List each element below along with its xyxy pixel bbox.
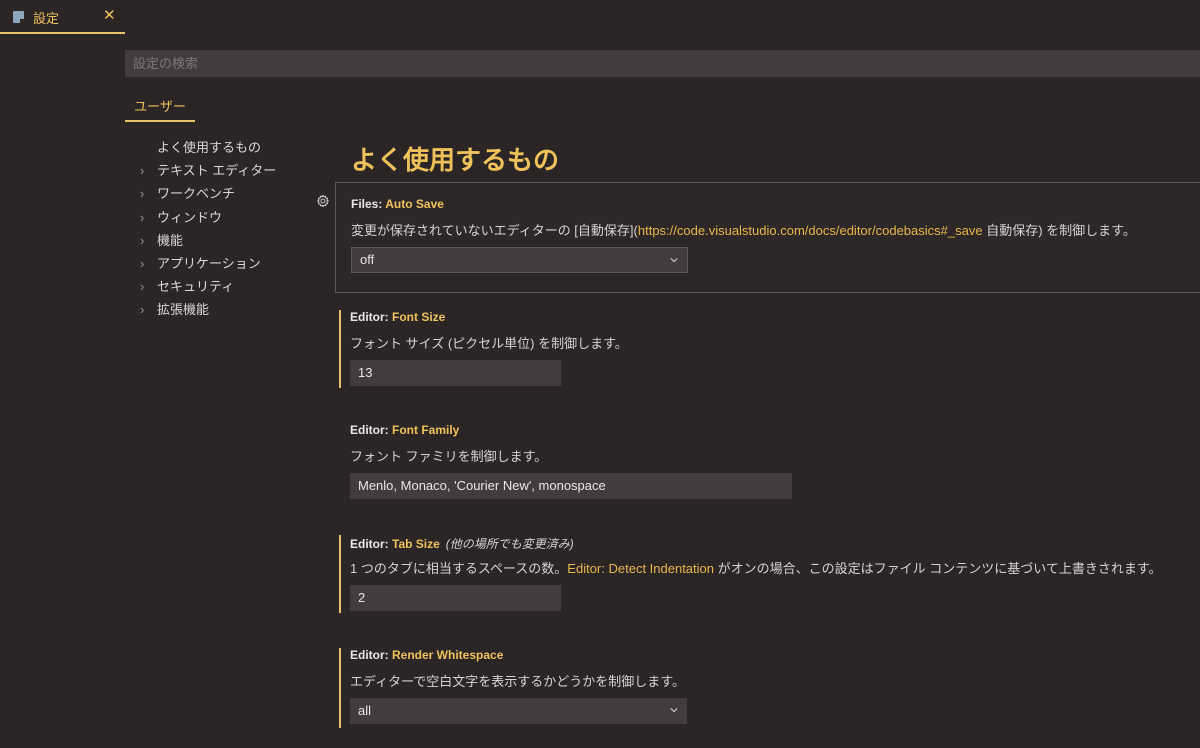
settings-search-input[interactable] [125, 50, 1200, 77]
chevron-right-icon: › [140, 302, 145, 318]
detect-indentation-link[interactable]: Editor: Detect Indentation [567, 561, 714, 576]
tab-settings[interactable]: 設定 ✕ [0, 0, 125, 34]
toc-item-text-editor[interactable]: › テキスト エディター [140, 161, 320, 184]
toc-item-commonly-used[interactable]: よく使用するもの [140, 138, 320, 161]
modified-indicator [339, 648, 341, 728]
tab-label: 設定 [33, 11, 60, 26]
toc-item-label: 拡張機能 [157, 302, 210, 318]
setting-editor-font-family: Editor: Font Family フォント ファミリを制御します。 Men… [335, 415, 1200, 505]
setting-title: Editor: Font Size [350, 310, 445, 324]
chevron-down-icon [670, 708, 678, 713]
toc-item-label: セキュリティ [157, 279, 235, 295]
setting-key: Font Family [392, 423, 460, 437]
tab-user-settings[interactable]: ユーザー [125, 95, 195, 122]
setting-category: Editor: [350, 537, 392, 551]
settings-file-icon [13, 11, 24, 23]
toc-item-label: 機能 [157, 232, 184, 248]
setting-description: エディターで空白文字を表示するかどうかを制御します。 [350, 674, 686, 689]
setting-key: Tab Size [392, 537, 440, 551]
editor-tab-bar: 設定 ✕ [0, 0, 1200, 34]
setting-key: Font Size [392, 310, 446, 324]
docs-link[interactable]: https://code.visualstudio.com/docs/edito… [638, 223, 983, 238]
setting-description: フォント ファミリを制御します。 [350, 449, 548, 464]
toc-item-workbench[interactable]: › ワークベンチ [140, 184, 320, 207]
setting-editor-render-whitespace: Editor: Render Whitespace エディターで空白文字を表示す… [335, 641, 1200, 731]
chevron-down-icon [670, 258, 678, 263]
toc-item-window[interactable]: › ウィンドウ [140, 208, 320, 231]
setting-title: Files: Auto Save [351, 197, 444, 211]
chevron-right-icon: › [140, 209, 145, 225]
toc-item-extensions[interactable]: › 拡張機能 [140, 300, 320, 323]
setting-description: 1 つのタブに相当するスペースの数。Editor: Detect Indenta… [350, 558, 1162, 577]
setting-category: Editor: [350, 423, 392, 437]
modified-elsewhere-note[interactable]: (他の場所でも変更済み) [446, 537, 574, 551]
chevron-right-icon: › [140, 255, 145, 271]
setting-category: Editor: [350, 648, 392, 662]
desc-text: 1 つのタブに相当するスペースの数。 [350, 561, 568, 576]
setting-editor-font-size: Editor: Font Size フォント サイズ (ピクセル単位) を制御し… [335, 302, 1200, 392]
toc-item-label: ウィンドウ [157, 209, 223, 225]
setting-editor-tab-size: Editor: Tab Size (他の場所でも変更済み) 1 つのタブに相当する… [335, 527, 1200, 617]
close-icon[interactable]: ✕ [103, 6, 116, 24]
select-value: all [358, 703, 372, 718]
desc-text: 自動保存) を制御します。 [982, 223, 1136, 238]
toc-item-label: テキスト エディター [157, 163, 277, 179]
select-value: off [360, 252, 375, 267]
setting-title: Editor: Render Whitespace [350, 648, 503, 662]
chevron-right-icon: › [140, 279, 145, 295]
chevron-right-icon: › [140, 163, 145, 179]
toc-item-label: アプリケーション [157, 255, 261, 271]
chevron-right-icon: › [140, 232, 145, 248]
toc-item-label: ワークベンチ [157, 186, 236, 202]
toc-item-label: よく使用するもの [157, 140, 262, 155]
setting-category: Editor: [350, 310, 392, 324]
setting-title: Editor: Tab Size (他の場所でも変更済み) [350, 535, 574, 552]
setting-files-auto-save: Files: Auto Save 変更が保存されていないエディターの [自動保存… [335, 182, 1200, 293]
setting-key: Render Whitespace [392, 648, 504, 662]
tab-size-input[interactable]: 2 [350, 585, 561, 611]
setting-key: Auto Save [385, 197, 444, 211]
modified-indicator [339, 310, 341, 388]
desc-text: 変更が保存されていないエディターの [自動保存]( [351, 223, 638, 238]
section-title: よく使用するもの [351, 145, 560, 175]
toc-item-security[interactable]: › セキュリティ [140, 277, 320, 300]
setting-category: Files: [351, 197, 386, 211]
chevron-right-icon: › [140, 186, 145, 202]
toc-item-features[interactable]: › 機能 [140, 231, 320, 254]
render-whitespace-select[interactable]: all [350, 698, 687, 724]
font-size-input[interactable]: 13 [350, 360, 561, 386]
setting-description: フォント サイズ (ピクセル単位) を制御します。 [350, 336, 628, 351]
setting-description: 変更が保存されていないエディターの [自動保存](https://code.vi… [351, 220, 1136, 239]
desc-text: がオンの場合、この設定はファイル コンテンツに基づいて上書きされます。 [714, 561, 1162, 576]
gear-icon[interactable] [316, 194, 330, 208]
setting-title: Editor: Font Family [350, 423, 459, 437]
toc-item-application[interactable]: › アプリケーション [140, 254, 320, 277]
font-family-input[interactable]: Menlo, Monaco, 'Courier New', monospace [350, 473, 792, 499]
auto-save-select[interactable]: off [351, 247, 688, 273]
settings-toc: よく使用するもの › テキスト エディター › ワークベンチ › ウィンドウ ›… [140, 138, 320, 324]
modified-indicator [339, 535, 341, 613]
